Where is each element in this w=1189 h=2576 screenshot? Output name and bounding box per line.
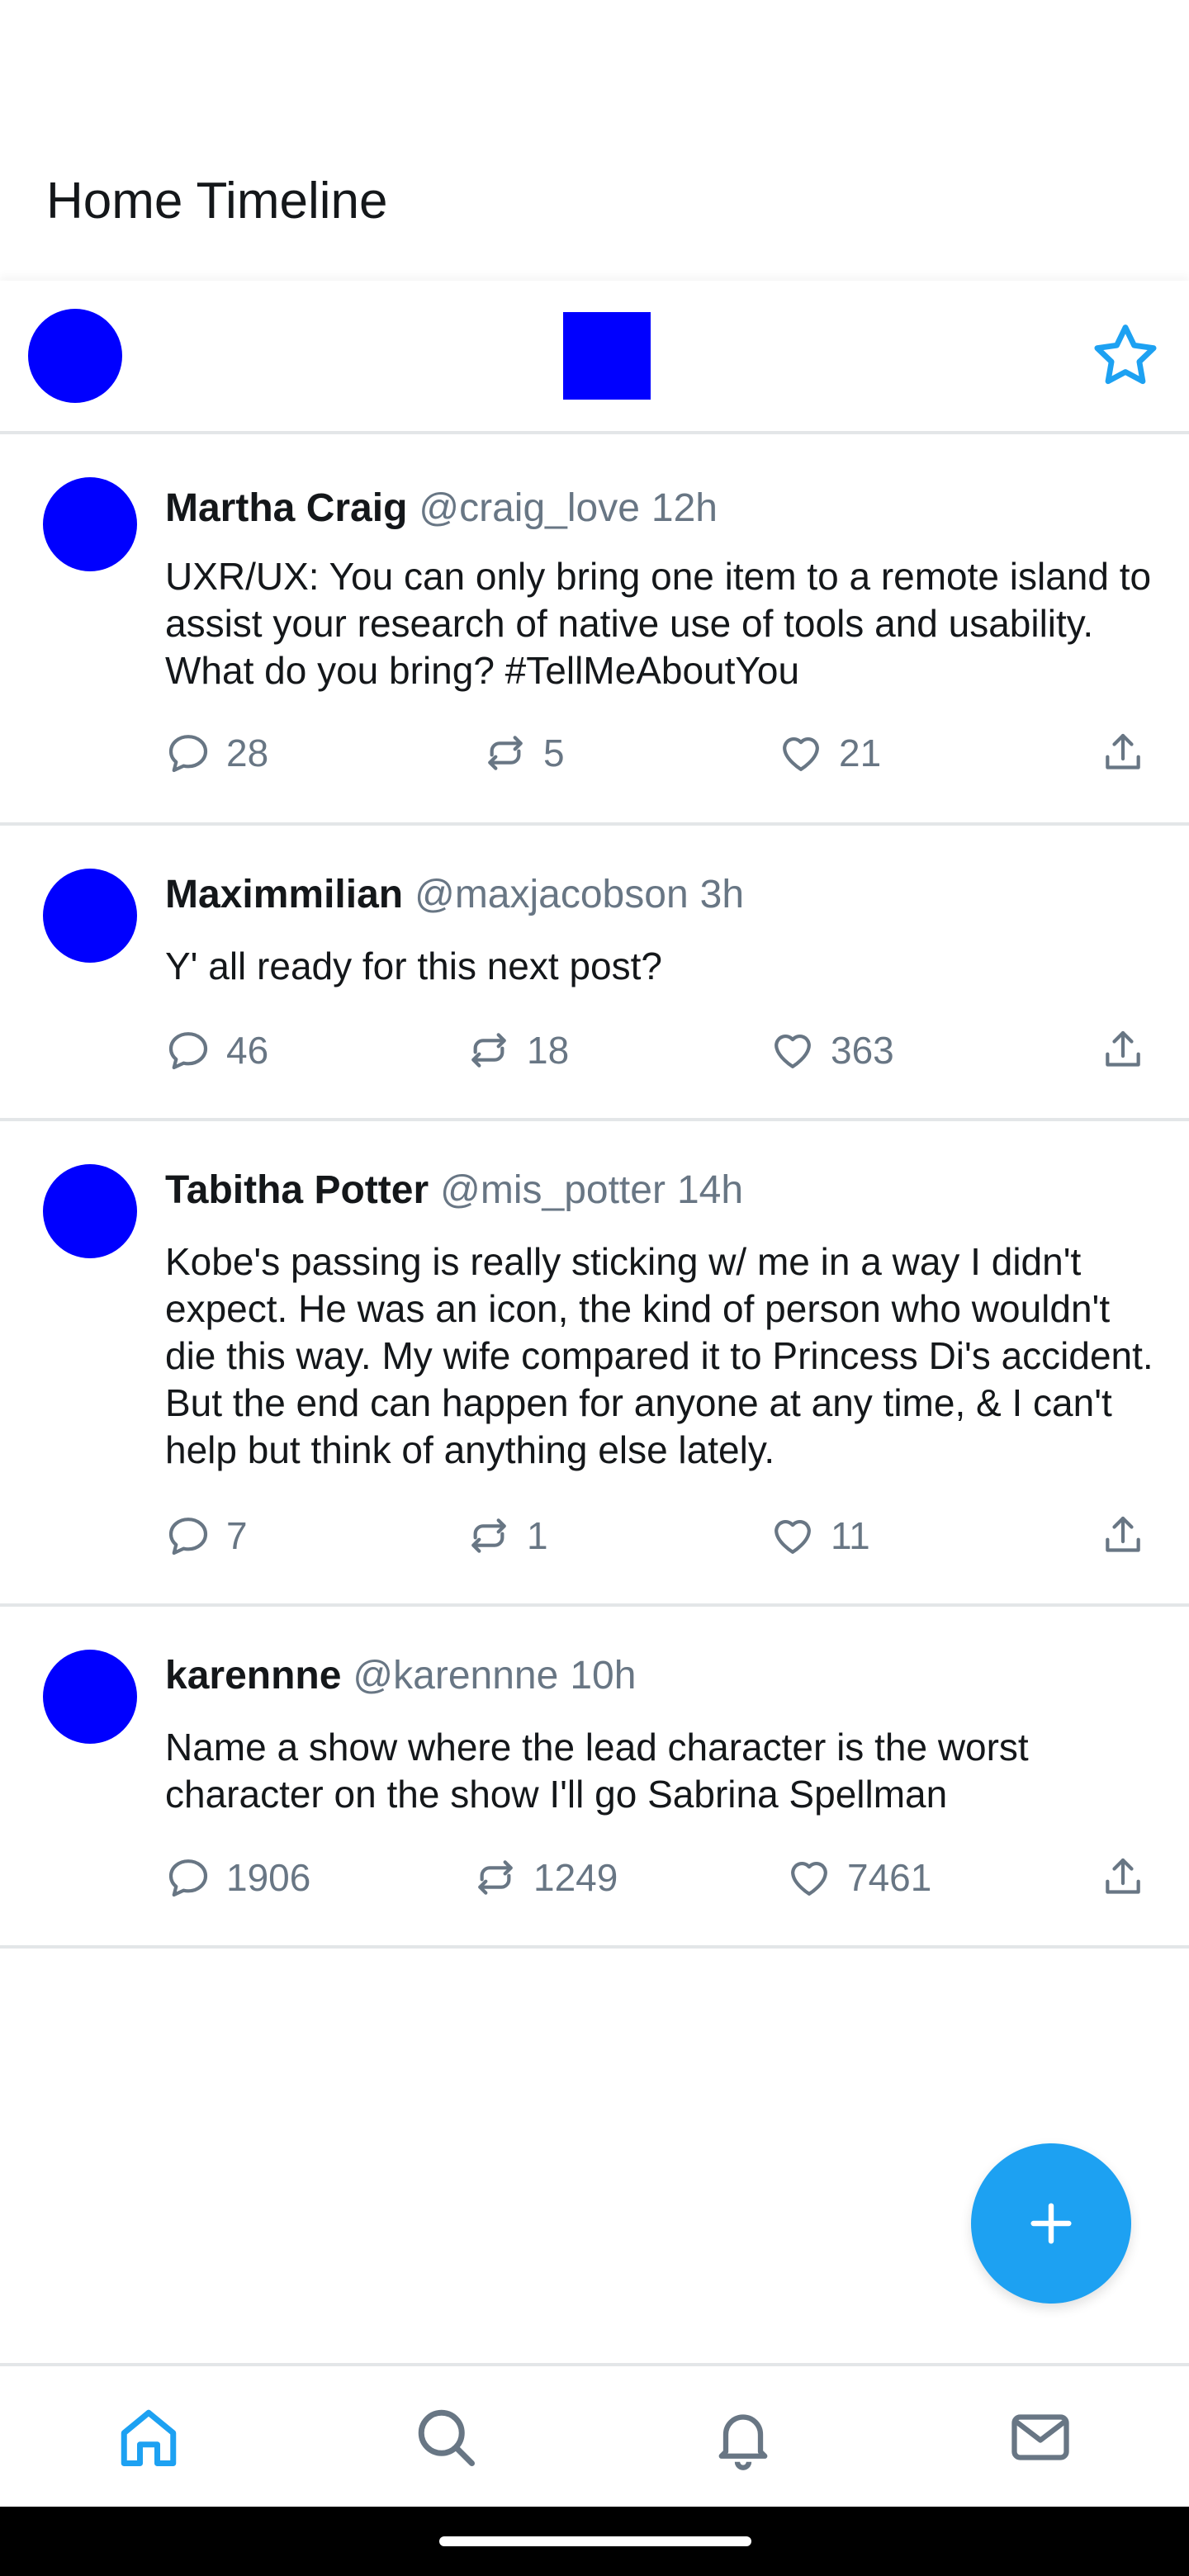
heart-icon: [775, 1035, 811, 1068]
author-name[interactable]: Martha Craig: [165, 486, 407, 530]
tweet-actions: 28 5 21: [165, 723, 1156, 783]
like-button[interactable]: 363: [770, 1020, 894, 1080]
tweet-meta: Martha Craig @craig_love 12h: [165, 482, 718, 535]
tweet-card[interactable]: karennne @karennne 10h Name a show where t…: [0, 1607, 1189, 1949]
share-button[interactable]: [1100, 1506, 1146, 1565]
reply-icon: [168, 1518, 208, 1556]
reply-icon: [168, 1859, 208, 1897]
avatar[interactable]: [43, 869, 137, 963]
heart-icon: [783, 737, 819, 771]
search-icon: [418, 2409, 475, 2466]
share-icon: [1106, 733, 1140, 769]
share-button[interactable]: [1100, 723, 1146, 783]
share-button[interactable]: [1100, 1848, 1146, 1907]
reply-count: 28: [226, 732, 269, 774]
tweet-time: 10h: [570, 1654, 637, 1698]
like-count: 7461: [847, 1856, 932, 1899]
reply-count: 7: [226, 1514, 248, 1557]
reply-button[interactable]: 7: [165, 1506, 248, 1565]
app-header: Home Timeline: [0, 0, 1189, 281]
author-handle: @karennne: [353, 1654, 559, 1698]
retweet-button[interactable]: 5: [482, 723, 565, 783]
retweet-count: 1: [527, 1514, 548, 1557]
retweet-button[interactable]: 1249: [472, 1848, 618, 1907]
tweet-time: 3h: [699, 873, 745, 916]
like-count: 21: [839, 732, 882, 774]
tweet-time: 14h: [676, 1168, 744, 1212]
tweet-actions: 46 18 363: [165, 1020, 1156, 1080]
page-title: Home Timeline: [46, 173, 388, 230]
like-button[interactable]: 21: [778, 723, 881, 783]
nav-messages[interactable]: [1006, 2403, 1075, 2472]
compose-tweet-button[interactable]: [971, 2143, 1131, 2304]
retweet-count: 5: [543, 732, 565, 774]
retweet-count: 1249: [533, 1856, 618, 1899]
author-name[interactable]: Maximmilian: [165, 873, 403, 916]
heart-icon: [775, 1520, 811, 1554]
nav-notifications[interactable]: [708, 2403, 778, 2472]
retweet-icon: [488, 736, 523, 770]
tweet-card[interactable]: Maximmilian @maxjacobson 3h Y' all ready f…: [0, 826, 1189, 1121]
tweet-time: 12h: [651, 486, 718, 530]
system-navigation-bar: [0, 2507, 1189, 2576]
share-icon: [1106, 1858, 1140, 1894]
share-icon: [1106, 1030, 1140, 1067]
profile-avatar[interactable]: [28, 309, 122, 403]
home-indicator[interactable]: [439, 2536, 751, 2546]
like-button[interactable]: 7461: [786, 1848, 931, 1907]
tweet-actions: 7 1 11: [165, 1506, 1156, 1565]
reply-button[interactable]: 46: [165, 1020, 268, 1080]
tweet-actions: 1906 1249 7461: [165, 1848, 1156, 1907]
bottom-navigation: [0, 2363, 1189, 2508]
heart-icon: [791, 1862, 827, 1896]
tweet-meta: Maximmilian @maxjacobson 3h: [165, 869, 744, 921]
tweet-text: UXR/UX: You can only bring one item to a…: [165, 555, 1152, 692]
home-icon: [121, 2409, 177, 2466]
share-icon: [1106, 1516, 1140, 1552]
like-count: 11: [831, 1514, 870, 1557]
author-handle: @maxjacobson: [414, 873, 689, 916]
avatar[interactable]: [43, 477, 137, 571]
retweet-icon: [478, 1860, 513, 1895]
share-button[interactable]: [1100, 1020, 1146, 1080]
author-handle: @craig_love: [419, 486, 640, 530]
reply-icon: [168, 735, 208, 773]
retweet-button[interactable]: 18: [466, 1020, 569, 1080]
retweet-count: 18: [527, 1029, 570, 1072]
tweet-text: Kobe's passing is really sticking w/ me …: [165, 1240, 1153, 1471]
app-logo: [563, 312, 651, 400]
reply-count: 1906: [226, 1856, 311, 1899]
tweet-meta: Tabitha Potter @mis_potter 14h: [165, 1164, 743, 1217]
avatar[interactable]: [43, 1164, 137, 1258]
author-handle: @mis_potter: [440, 1168, 666, 1212]
tweet-text: Y' all ready for this next post?: [165, 945, 662, 987]
author-name[interactable]: Tabitha Potter: [165, 1168, 429, 1212]
nav-search[interactable]: [411, 2403, 481, 2472]
author-name[interactable]: karennne: [165, 1654, 341, 1698]
nav-home[interactable]: [114, 2403, 183, 2472]
retweet-button[interactable]: 1: [466, 1506, 548, 1565]
mail-icon: [1011, 2414, 1069, 2460]
avatar[interactable]: [43, 1650, 137, 1744]
reply-button[interactable]: 1906: [165, 1848, 310, 1907]
tweet-meta: karennne @karennne 10h: [165, 1650, 636, 1702]
tweet-card[interactable]: Tabitha Potter @mis_potter 14h Kobe's pass…: [0, 1121, 1189, 1607]
like-count: 363: [831, 1029, 894, 1072]
tweet-text: Name a show where the lead character is …: [165, 1726, 1029, 1816]
reply-button[interactable]: 28: [165, 723, 268, 783]
plus-icon: [1030, 2203, 1072, 2244]
star-icon[interactable]: [1088, 319, 1163, 393]
retweet-icon: [471, 1518, 506, 1553]
retweet-icon: [471, 1033, 506, 1068]
like-button[interactable]: 11: [770, 1506, 870, 1565]
reply-count: 46: [226, 1029, 269, 1072]
tweet-card[interactable]: Martha Craig @craig_love 12h UXR/UX: You c…: [0, 434, 1189, 826]
bell-icon: [718, 2414, 768, 2470]
reply-icon: [168, 1032, 208, 1070]
